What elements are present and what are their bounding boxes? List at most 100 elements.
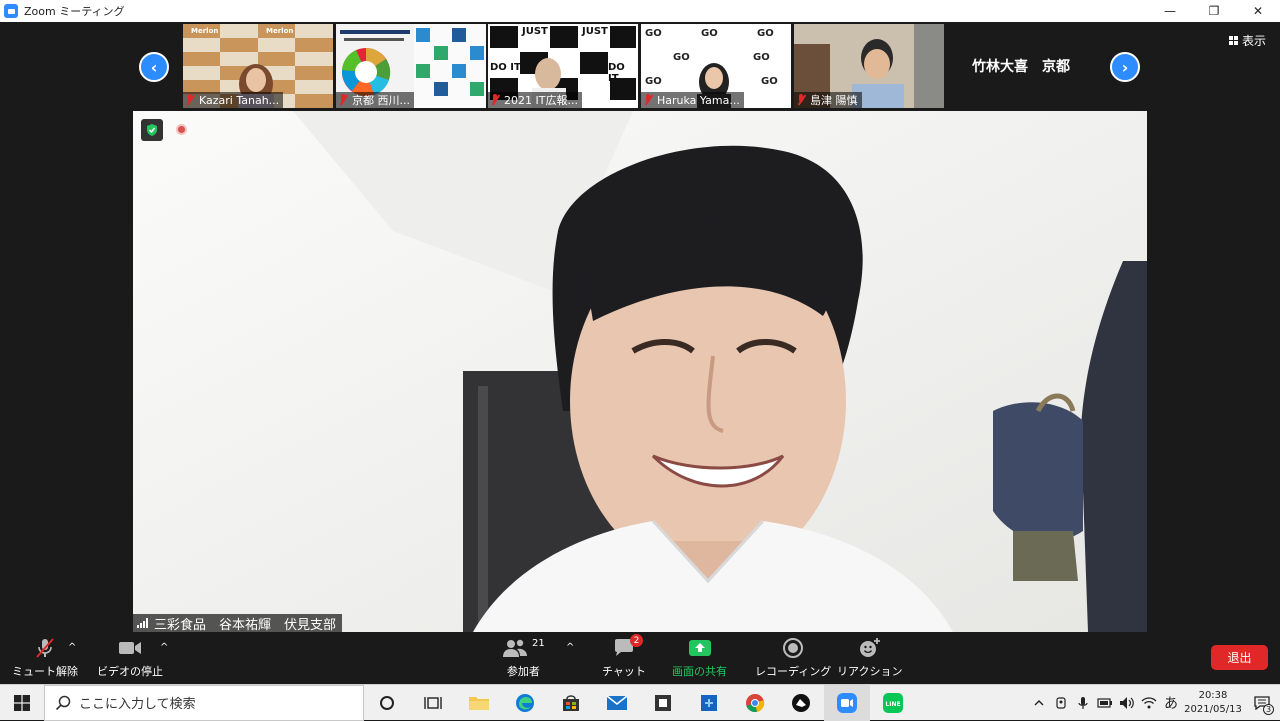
merlon-logo-text: Merlon (266, 27, 294, 35)
taskbar-app-blue[interactable] (686, 685, 732, 721)
merlon-logo-text: Merlon (191, 27, 219, 35)
taskbar-clock[interactable]: 20:38 2021/05/13 (1182, 689, 1244, 717)
participant-tile-4[interactable]: GO GO GO GO GO GO GO Haruka Yama... (641, 24, 791, 108)
cortana-circle-icon (380, 695, 394, 710)
leave-meeting-button[interactable]: 退出 (1211, 645, 1268, 670)
share-screen-button[interactable]: 画面の共有 (672, 636, 727, 679)
windows-taskbar: ここに入力して検索 LINE あ 20:38 2021/05/13 3 (0, 684, 1280, 721)
participant-name: 竹林大喜 京都 (972, 59, 1070, 75)
taskbar-mail[interactable] (594, 685, 640, 721)
tray-microphone-icon[interactable] (1072, 685, 1094, 721)
go-logo-text: GO (757, 28, 774, 39)
taskbar-snipping[interactable] (640, 685, 686, 721)
participants-button[interactable]: 21 参加者 (502, 636, 545, 679)
search-placeholder: ここに入力して検索 (79, 697, 196, 712)
restore-button[interactable]: ❐ (1192, 0, 1236, 22)
stop-video-label: ビデオの停止 (97, 665, 163, 678)
stop-video-button[interactable]: ビデオの停止 (97, 636, 163, 679)
mic-muted-icon (33, 636, 57, 660)
recording-indicator-icon (176, 124, 187, 135)
participants-options-caret[interactable]: ^ (566, 642, 574, 653)
mail-envelope-icon (606, 694, 628, 710)
record-icon (782, 636, 804, 660)
participant-tile-2[interactable]: 京都 西川... (336, 24, 486, 108)
justdoit-text: DO IT. (608, 62, 625, 84)
task-view-button[interactable] (410, 685, 456, 721)
participant-tile-6[interactable]: 竹林大喜 京都 (946, 24, 1096, 108)
chrome-browser-icon (746, 693, 765, 712)
gallery-next-button[interactable]: › (1110, 52, 1140, 82)
participant-name-label: 2021 IT広報... (488, 92, 582, 108)
reactions-button[interactable]: リアクション (837, 636, 902, 679)
taskbar-line[interactable]: LINE (870, 685, 916, 721)
tray-ime-indicator[interactable]: あ (1160, 685, 1182, 721)
participant-name: 2021 IT広報... (504, 94, 578, 107)
video-camera-icon (117, 636, 143, 660)
view-toggle-button[interactable]: 表示 (1228, 32, 1266, 49)
zoom-app-icon (837, 692, 857, 713)
tray-overflow-chevron-icon[interactable] (1028, 685, 1050, 721)
taskbar-store[interactable] (548, 685, 594, 721)
active-speaker-video[interactable]: 三彩食品 谷本祐輝 伏見支部 (133, 111, 1147, 632)
participant-name-label: Haruka Yama... (641, 92, 744, 108)
meeting-toolbar: ミュート解除 ^ ビデオの停止 ^ 21 参加者 ^ 2 チャット 画面の共有 … (0, 632, 1280, 684)
start-button[interactable] (0, 685, 44, 721)
participants-label: 参加者 (506, 665, 540, 678)
go-logo-text: GO (645, 76, 662, 87)
app-window-icon (701, 694, 717, 711)
reactions-label: リアクション (837, 665, 903, 678)
audio-options-caret[interactable]: ^ (68, 642, 76, 653)
taskbar-file-explorer[interactable] (456, 685, 502, 721)
mic-muted-icon (185, 94, 195, 106)
close-button[interactable]: ✕ (1236, 0, 1280, 22)
unmute-label: ミュート解除 (12, 665, 78, 678)
participant-tile-3[interactable]: JUST JUST DO IT. DO IT. 2021 IT広報... (488, 24, 638, 108)
clock-date: 2021/05/13 (1184, 704, 1242, 715)
go-logo-text: GO (645, 28, 662, 39)
participant-name: 京都 西川... (352, 94, 410, 107)
participant-tile-5[interactable]: 島津 陽慎 (794, 24, 944, 108)
security-shield-icon[interactable] (141, 119, 163, 141)
task-view-icon (424, 696, 442, 709)
tray-camera-icon[interactable] (1050, 685, 1072, 721)
video-options-caret[interactable]: ^ (160, 642, 168, 653)
line-logo-text: LINE (885, 701, 900, 708)
line-app-icon: LINE (883, 692, 903, 713)
justdoit-text: JUST (522, 26, 548, 37)
chat-button[interactable]: 2 チャット (602, 634, 646, 679)
gallery-strip: ‹ Merlon Merlon Kazari Tanah... 京都 西川...… (0, 22, 1280, 111)
store-bag-icon (563, 694, 579, 711)
gallery-prev-button[interactable]: ‹ (139, 52, 169, 82)
edge-browser-icon (516, 693, 534, 712)
zoom-app-icon (4, 4, 18, 18)
justdoit-text: DO IT. (490, 62, 524, 73)
taskbar-app-chat[interactable] (778, 685, 824, 721)
window-title: Zoom ミーティング (24, 5, 125, 18)
snipping-tool-icon (655, 694, 671, 711)
view-toggle-label: 表示 (1241, 34, 1266, 48)
chat-app-icon (792, 693, 810, 712)
active-speaker-name: 三彩食品 谷本祐輝 伏見支部 (154, 617, 337, 633)
record-button[interactable]: レコーディング (755, 636, 831, 679)
action-center-button[interactable]: 3 (1244, 685, 1280, 721)
taskbar-chrome[interactable] (732, 685, 778, 721)
participant-name: Haruka Yama... (657, 93, 740, 107)
tray-volume-icon[interactable] (1116, 685, 1138, 721)
participant-name-label: Kazari Tanah... (183, 92, 284, 108)
signal-strength-icon (137, 618, 149, 628)
title-bar: Zoom ミーティング — ❐ ✕ (0, 0, 1280, 22)
minimize-button[interactable]: — (1148, 0, 1192, 22)
taskbar-edge[interactable] (502, 685, 548, 721)
cortana-button[interactable] (364, 685, 410, 721)
participants-icon: 21 (502, 636, 545, 660)
share-screen-label: 画面の共有 (672, 665, 727, 678)
go-logo-text: GO (701, 28, 718, 39)
go-logo-text: GO (753, 52, 770, 63)
chat-bubble-icon: 2 (613, 634, 643, 660)
tray-wifi-icon[interactable] (1138, 685, 1160, 721)
taskbar-search-box[interactable]: ここに入力して検索 (44, 684, 364, 721)
participant-tile-1[interactable]: Merlon Merlon Kazari Tanah... (183, 24, 333, 108)
windows-logo-icon (14, 694, 30, 711)
taskbar-zoom[interactable] (824, 684, 870, 721)
tray-battery-icon[interactable] (1094, 685, 1116, 721)
